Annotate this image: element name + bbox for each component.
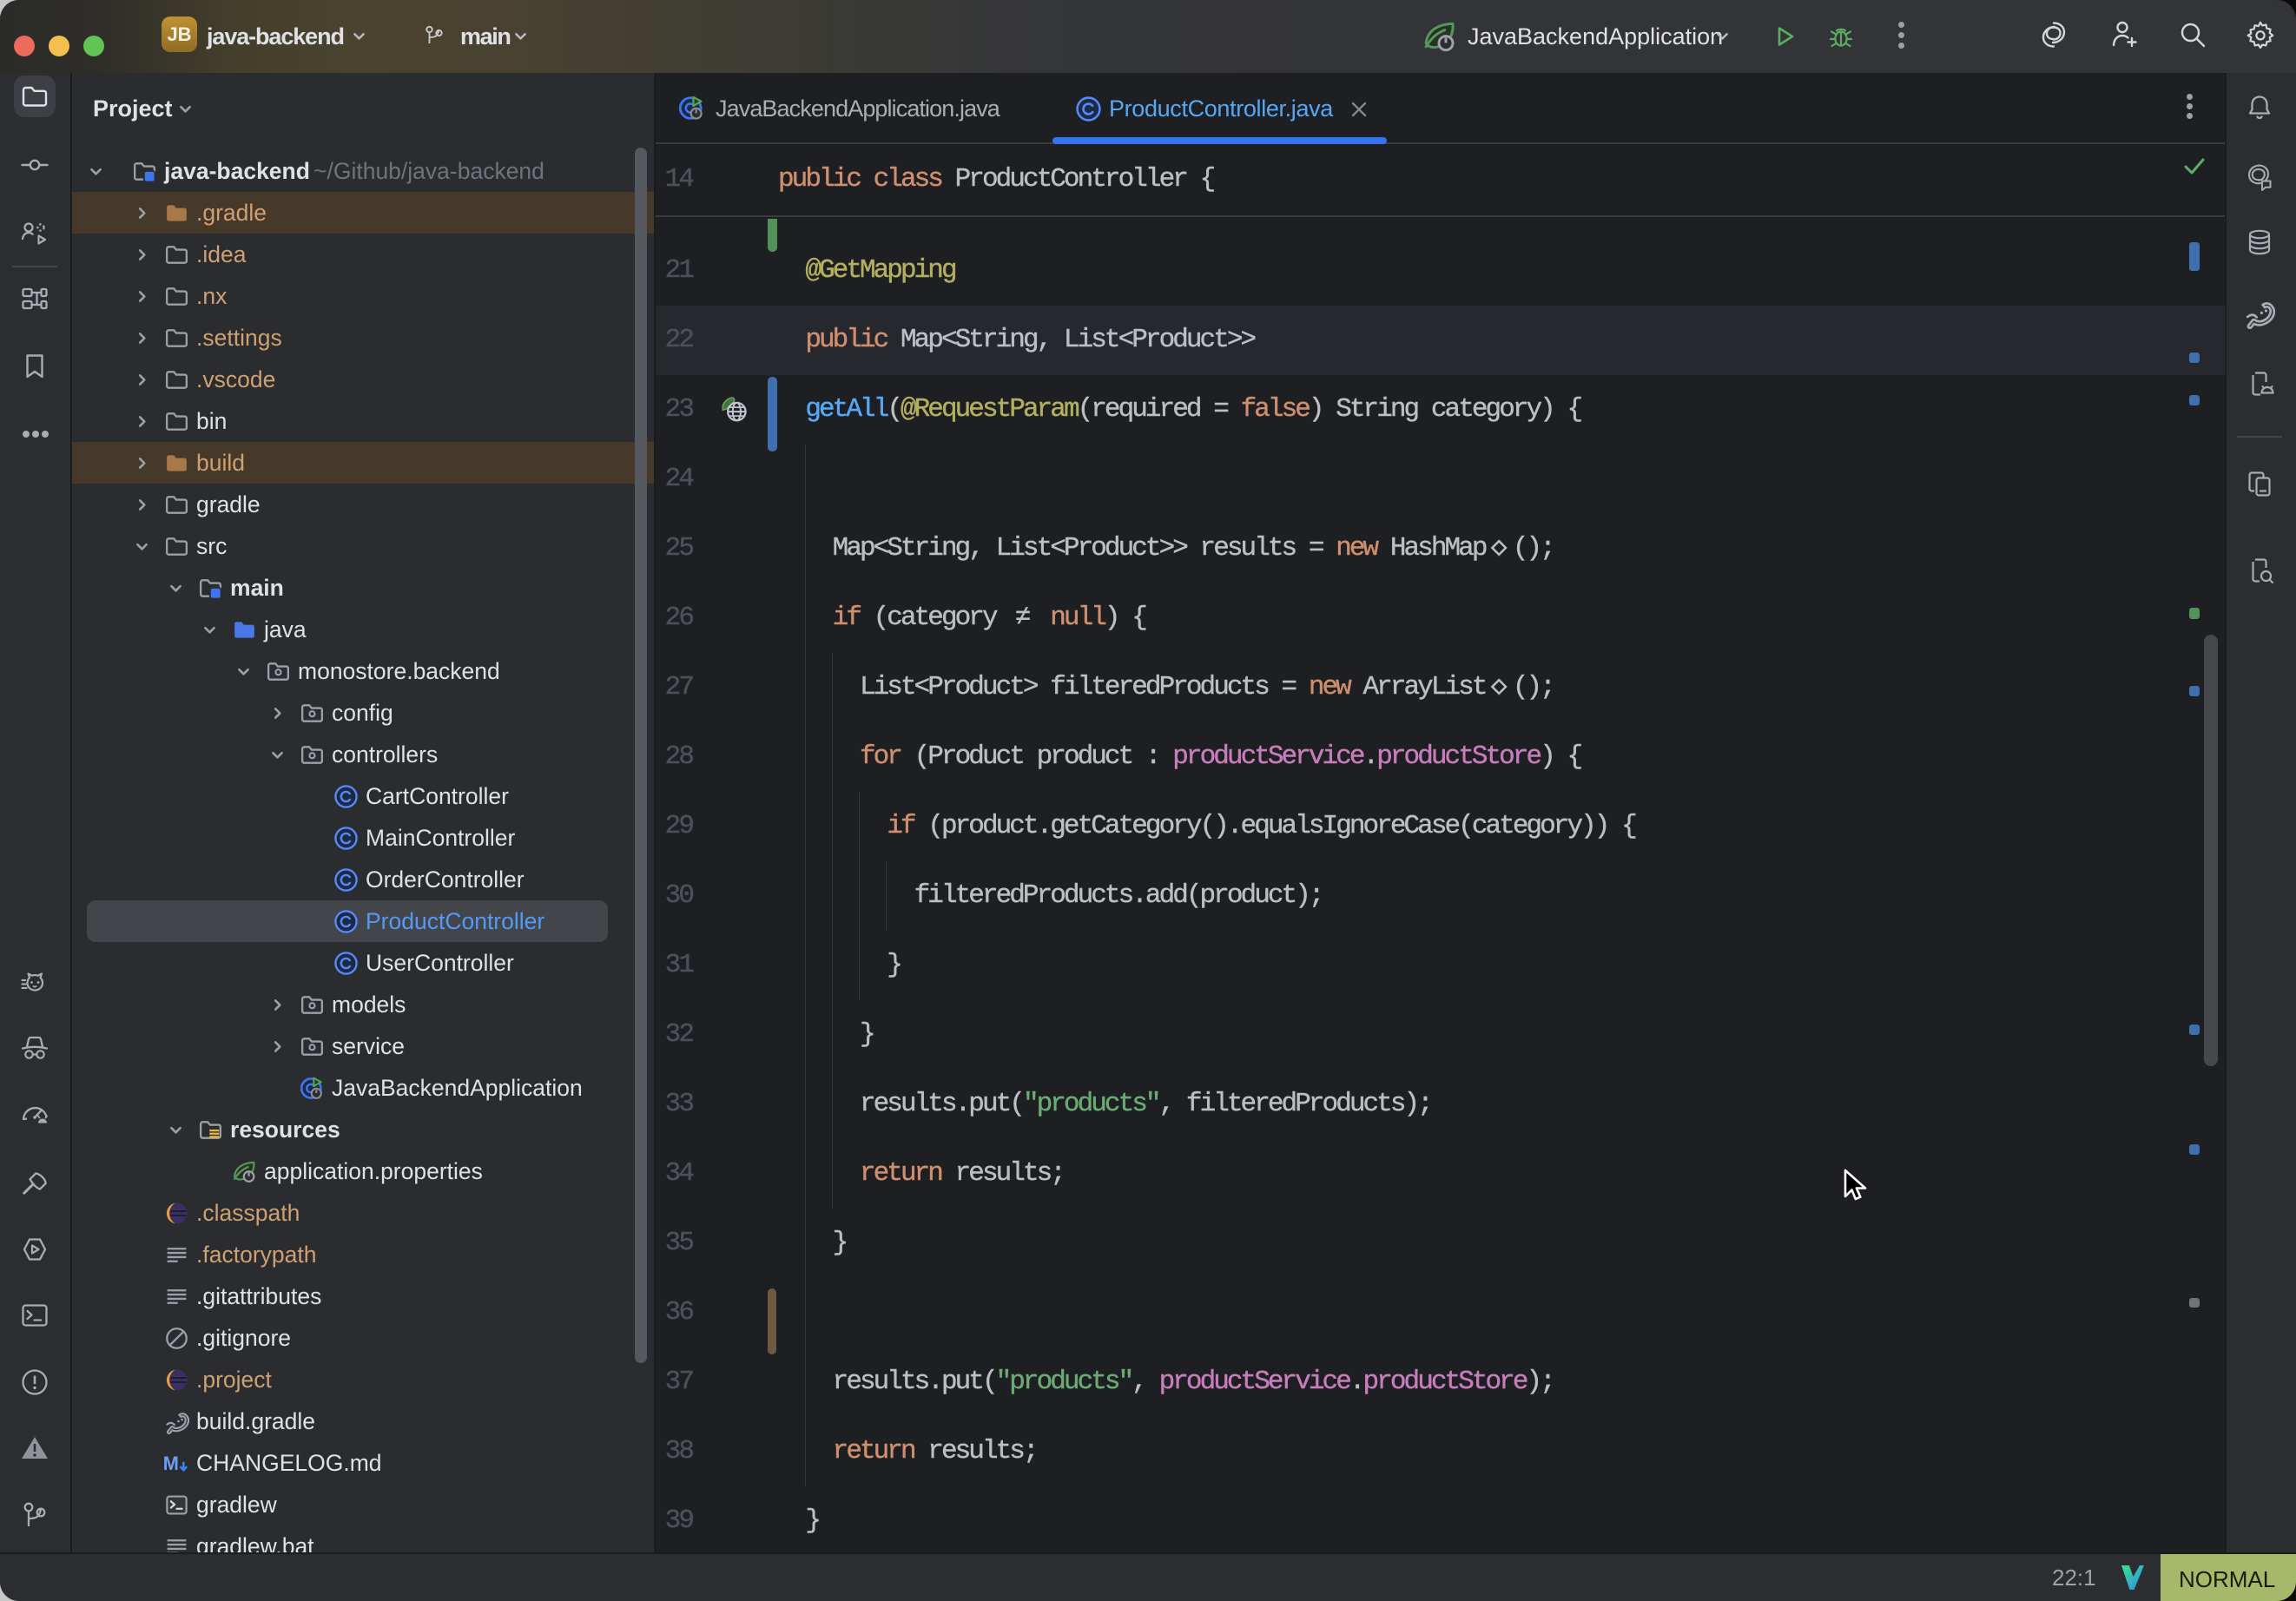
svg-text:M: M (164, 1452, 179, 1473)
